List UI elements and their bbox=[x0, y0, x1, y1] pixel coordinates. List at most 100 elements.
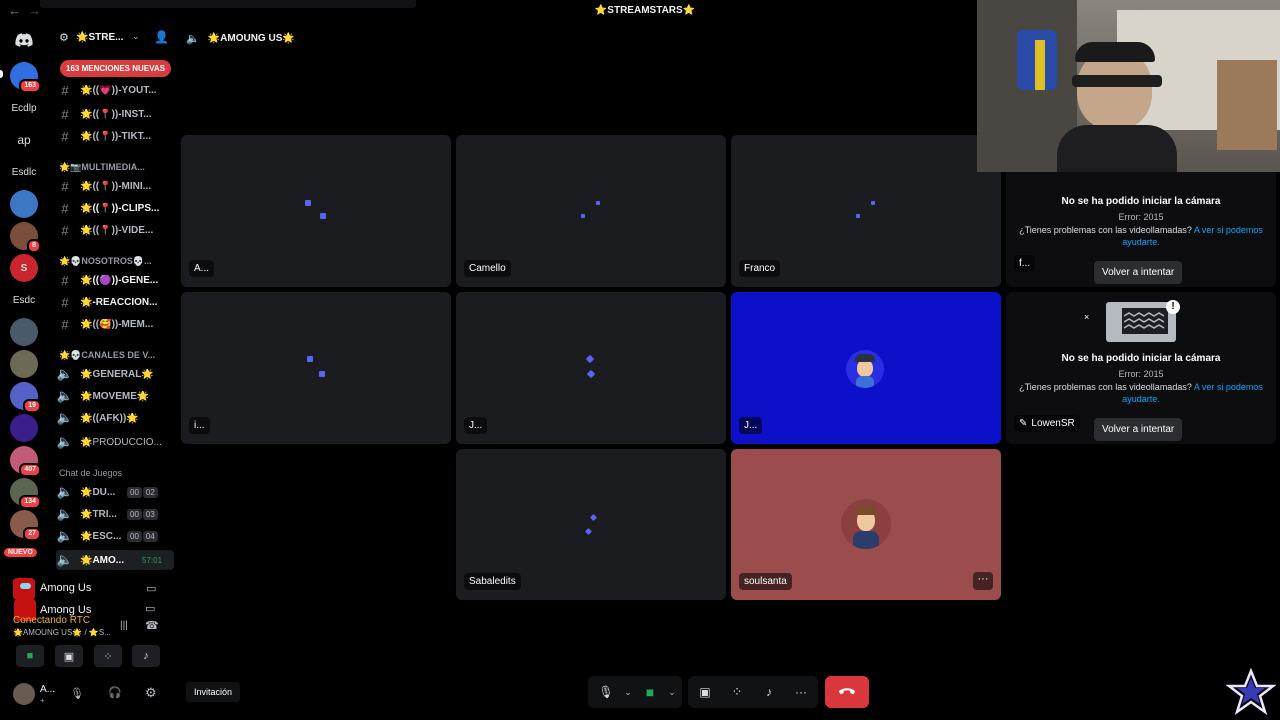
participant-tile[interactable]: soulsanta ··· bbox=[731, 449, 1001, 600]
channel-mini[interactable]: # 🌟((📍))-MINI... bbox=[56, 176, 174, 196]
hash-icon: # bbox=[61, 272, 69, 288]
hash-icon: # bbox=[61, 128, 69, 144]
voice-channel-tri[interactable]: 🔈 🌟TRI... 00 03 bbox=[56, 504, 174, 524]
voice-channel-afk[interactable]: 🔈 🌟((AFK))🌟 bbox=[56, 408, 174, 428]
channel-videos[interactable]: # 🌟((📍))-VIDE... bbox=[56, 220, 174, 240]
screen-share-button[interactable]: ▣ bbox=[55, 645, 83, 667]
camera-button[interactable]: ■ bbox=[16, 645, 44, 667]
soundboard-icon[interactable]: ♪ bbox=[753, 685, 785, 699]
voice-timer: 57:01 bbox=[142, 555, 163, 565]
server-icon-avatar-3[interactable] bbox=[10, 318, 38, 346]
category-multimedia[interactable]: 🌟📷MULTIMEDIA... bbox=[59, 162, 145, 173]
participant-tile[interactable]: A... bbox=[181, 135, 451, 287]
channel-general-text[interactable]: # 🌟((🟣))-GENE... bbox=[56, 270, 174, 290]
soundboard-button[interactable]: ♪ bbox=[132, 645, 160, 667]
mic-options-chevron-icon[interactable]: ⌄ bbox=[621, 687, 635, 698]
participant-name: J... bbox=[739, 417, 763, 434]
speaker-icon: 🔈 bbox=[56, 388, 74, 403]
streamer-webcam-overlay bbox=[977, 0, 1280, 172]
screen-icon[interactable]: ▭ bbox=[145, 602, 155, 615]
voice-channel-du[interactable]: 🔈 🌟DU... 00 02 bbox=[56, 482, 174, 502]
participant-tile[interactable]: J... bbox=[456, 292, 726, 444]
channel-memes[interactable]: # 🌟((🥰))-MEM... bbox=[56, 314, 174, 334]
retry-button[interactable]: Volver a intentar bbox=[1094, 261, 1183, 284]
invite-button[interactable]: Invitación bbox=[186, 682, 241, 702]
user-settings-gear-icon[interactable]: ⚙ bbox=[145, 685, 157, 701]
hang-up-icon bbox=[838, 688, 856, 695]
rtc-status[interactable]: Conectando RTC bbox=[13, 615, 90, 626]
channel-reacciones[interactable]: # 🌟-REACCION... bbox=[56, 292, 174, 312]
media-controls: 🎙 ⌄ ■ ⌄ bbox=[588, 676, 682, 708]
server-icon-home-dm[interactable]: 163 bbox=[10, 62, 41, 93]
activities-icon[interactable]: ⁘ bbox=[721, 684, 753, 700]
activity-screen-icon[interactable]: ▭ bbox=[146, 582, 156, 595]
participant-tile-camera-error[interactable]: ! × No se ha podido iniciar la cámara Er… bbox=[1006, 292, 1276, 444]
server-icon-esdc[interactable]: Esdc bbox=[9, 286, 39, 314]
participant-tile[interactable]: i... bbox=[181, 292, 451, 444]
server-icon-ap[interactable]: ap bbox=[9, 126, 39, 154]
voice-channel-moveme[interactable]: 🔈 🌟MOVEME🌟 bbox=[56, 386, 174, 406]
channel-tiktok[interactable]: # 🌟((📍))-TIKT... bbox=[56, 126, 174, 146]
voice-channel-general[interactable]: 🔈 🌟GENERAL🌟 bbox=[56, 364, 174, 384]
hash-icon: # bbox=[61, 294, 69, 310]
camera-options-chevron-icon[interactable]: ⌄ bbox=[665, 687, 679, 698]
participant-tile-speaking[interactable]: J... bbox=[731, 292, 1001, 444]
microphone-toggle-icon[interactable]: 🎙 bbox=[591, 685, 621, 699]
server-icon-s[interactable]: S bbox=[10, 254, 38, 282]
discord-home-icon[interactable] bbox=[10, 26, 38, 54]
activities-button[interactable]: ⁘ bbox=[94, 645, 122, 667]
chevron-down-icon[interactable]: ⌄ bbox=[132, 31, 140, 42]
more-icon[interactable]: ··· bbox=[785, 685, 817, 699]
gear-icon[interactable]: ⚙ bbox=[59, 31, 69, 44]
channel-instagram[interactable]: # 🌟((📍))-INST... bbox=[56, 104, 174, 124]
voice-channel-title: 🌟AMOUNG US🌟 bbox=[207, 32, 295, 44]
server-icon-avatar-7[interactable]: 407 bbox=[10, 446, 41, 477]
new-mentions-pill[interactable]: 163 MENCIONES NUEVAS bbox=[60, 60, 171, 77]
disconnect-icon[interactable]: ☎ bbox=[145, 619, 159, 632]
voice-channel-produccion[interactable]: 🔈 🌟PRODUCCIO... bbox=[56, 432, 174, 452]
server-icon-avatar-8[interactable]: 134 bbox=[10, 478, 41, 509]
participant-tile[interactable]: Franco bbox=[731, 135, 1001, 287]
more-options-icon[interactable]: ··· bbox=[973, 572, 993, 590]
participant-tile[interactable]: Camello bbox=[456, 135, 726, 287]
channel-clips[interactable]: # 🌟((📍))-CLIPS... bbox=[56, 198, 174, 218]
voice-channel-among-us[interactable]: 🔈 🌟AMO... 57:01 bbox=[56, 550, 174, 570]
microphone-icon[interactable]: 🎙 bbox=[70, 687, 84, 700]
search-bar[interactable] bbox=[40, 0, 416, 8]
participant-tile[interactable]: Sabaledits bbox=[456, 449, 726, 600]
camera-error-help: ¿Tienes problemas con las videollamadas?… bbox=[1019, 382, 1263, 404]
category-chat-de-juegos[interactable]: Chat de Juegos bbox=[59, 468, 122, 478]
retry-button[interactable]: Volver a intentar bbox=[1094, 418, 1183, 441]
server-icon-avatar-9[interactable]: 27 bbox=[10, 510, 41, 541]
camera-toggle-icon[interactable]: ■ bbox=[635, 684, 665, 700]
screen-share-icon[interactable]: ▣ bbox=[689, 685, 721, 699]
speaker-icon: 🔈 bbox=[186, 32, 200, 45]
participant-name: J... bbox=[464, 417, 488, 434]
new-badge: NUEVO bbox=[4, 548, 37, 557]
user-avatar[interactable] bbox=[13, 683, 35, 705]
participant-avatar bbox=[841, 499, 891, 549]
server-icon-ecdlp[interactable]: Ecdlp bbox=[9, 94, 39, 122]
participant-name: Camello bbox=[464, 260, 511, 277]
streamstars-logo bbox=[1226, 668, 1276, 718]
server-icon-avatar-2[interactable]: 8 bbox=[10, 222, 41, 253]
hash-icon: # bbox=[61, 222, 69, 238]
channel-youtube[interactable]: # 🌟((💗))-YOUT... bbox=[56, 80, 174, 100]
category-canales-de-voz[interactable]: 🌟💀CANALES DE V... bbox=[59, 350, 155, 361]
disconnect-call-button[interactable] bbox=[825, 676, 869, 708]
category-nosotros[interactable]: 🌟💀NOSOTROS💀... bbox=[59, 256, 152, 267]
server-icon-avatar-4[interactable] bbox=[10, 350, 38, 378]
server-icon-avatar-6[interactable] bbox=[10, 414, 38, 442]
server-icon-avatar-5[interactable]: 19 bbox=[10, 382, 41, 413]
server-icon-esdlc[interactable]: Esdlc bbox=[9, 158, 39, 186]
guild-header[interactable]: ⚙ 🌟STRE... ⌄ 👤 bbox=[48, 22, 176, 54]
add-member-icon[interactable]: 👤 bbox=[154, 30, 169, 44]
rtc-channel[interactable]: 🌟AMOUNG US🌟 / ⭐S... bbox=[13, 628, 113, 637]
user-name[interactable]: A... bbox=[40, 684, 55, 695]
activity-title: Among Us bbox=[40, 582, 92, 594]
noise-suppression-icon[interactable]: ||| bbox=[120, 620, 128, 631]
voice-channel-esc[interactable]: 🔈 🌟ESC... 00 04 bbox=[56, 526, 174, 546]
headphones-icon[interactable]: 🎧 bbox=[108, 686, 122, 699]
back-arrow-icon[interactable]: ← bbox=[8, 3, 21, 18]
server-icon-avatar-1[interactable] bbox=[10, 190, 38, 218]
